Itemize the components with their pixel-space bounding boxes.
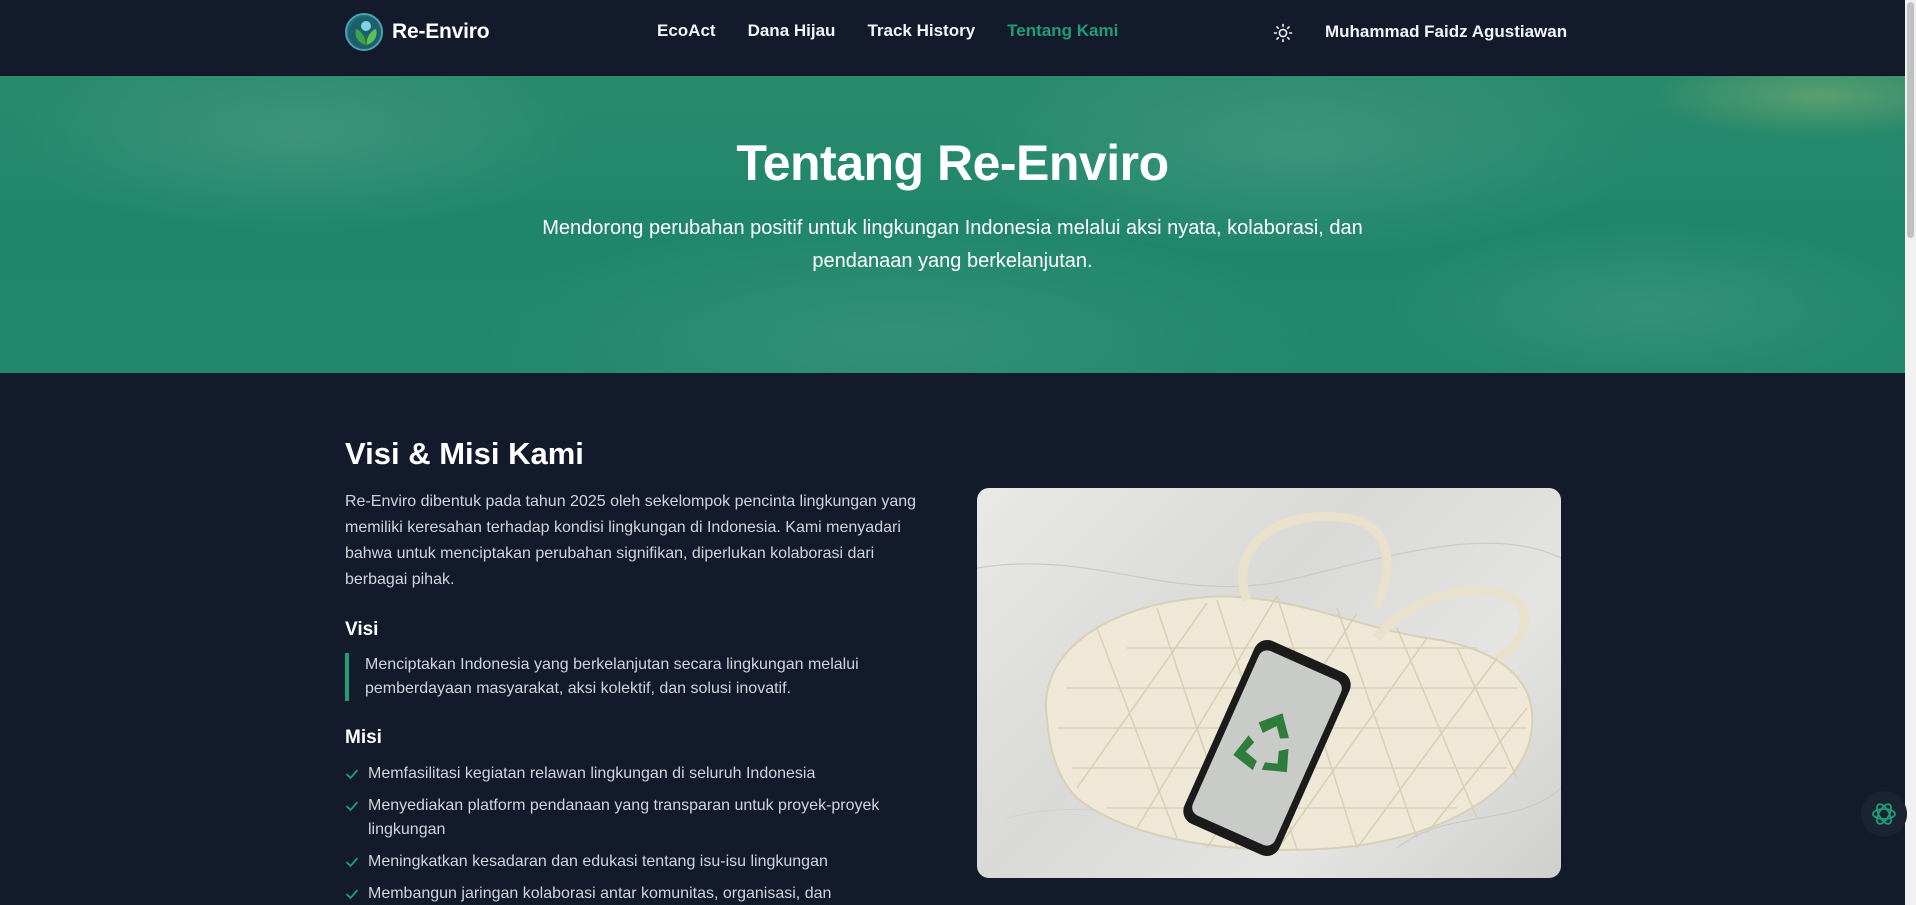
misi-item-text: Meningkatkan kesadaran dan edukasi tenta…	[368, 853, 828, 870]
brand-name: Re-Enviro	[392, 20, 490, 43]
main-nav: EcoAct Dana Hijau Track History Tentang …	[657, 21, 1118, 41]
misi-list: Memfasilitasi kegiatan relawan lingkunga…	[345, 762, 930, 905]
nav-dana-hijau[interactable]: Dana Hijau	[748, 21, 836, 41]
misi-item-text: Membangun jaringan kolaborasi antar komu…	[368, 885, 832, 902]
misi-item-text: Menyediakan platform pendanaan yang tran…	[368, 797, 880, 838]
scrollbar-thumb[interactable]	[1907, 2, 1914, 238]
visi-heading: Visi	[345, 619, 379, 640]
navbar: Re-Enviro EcoAct Dana Hijau Track Histor…	[0, 0, 1905, 76]
check-icon	[346, 857, 358, 867]
check-icon	[346, 889, 358, 899]
hero-banner: Tentang Re-Enviro Mendorong perubahan po…	[0, 76, 1905, 373]
page-title: Tentang Re-Enviro	[736, 135, 1169, 191]
leaf-globe-logo-icon	[345, 13, 383, 51]
list-item: Memfasilitasi kegiatan relawan lingkunga…	[345, 762, 930, 786]
misi-item-text: Memfasilitasi kegiatan relawan lingkunga…	[368, 765, 816, 782]
section-title: Visi & Misi Kami	[345, 436, 584, 471]
chatbot-icon	[1872, 803, 1896, 825]
chatbot-button[interactable]	[1861, 791, 1907, 837]
about-photo	[977, 488, 1561, 878]
check-icon	[346, 801, 358, 811]
sun-icon	[1273, 23, 1293, 43]
nav-track-history[interactable]: Track History	[867, 21, 975, 41]
list-item: Menyediakan platform pendanaan yang tran…	[345, 794, 930, 842]
hero-subtitle: Mendorong perubahan positif untuk lingku…	[542, 217, 1363, 272]
misi-heading: Misi	[345, 727, 382, 748]
nav-ecoact[interactable]: EcoAct	[657, 21, 716, 41]
visi-quote: Menciptakan Indonesia yang berkelanjutan…	[345, 653, 915, 701]
theme-toggle-button[interactable]	[1270, 20, 1296, 46]
page-scrollbar[interactable]	[1905, 0, 1916, 905]
check-icon	[346, 769, 358, 779]
nav-tentang-kami[interactable]: Tentang Kami	[1007, 21, 1118, 41]
intro-paragraph: Re-Enviro dibentuk pada tahun 2025 oleh …	[345, 493, 917, 588]
user-menu[interactable]: Muhammad Faidz Agustiawan	[1325, 22, 1567, 42]
list-item: Meningkatkan kesadaran dan edukasi tenta…	[345, 850, 930, 874]
brand[interactable]: Re-Enviro	[345, 12, 490, 52]
list-item: Membangun jaringan kolaborasi antar komu…	[345, 882, 930, 905]
